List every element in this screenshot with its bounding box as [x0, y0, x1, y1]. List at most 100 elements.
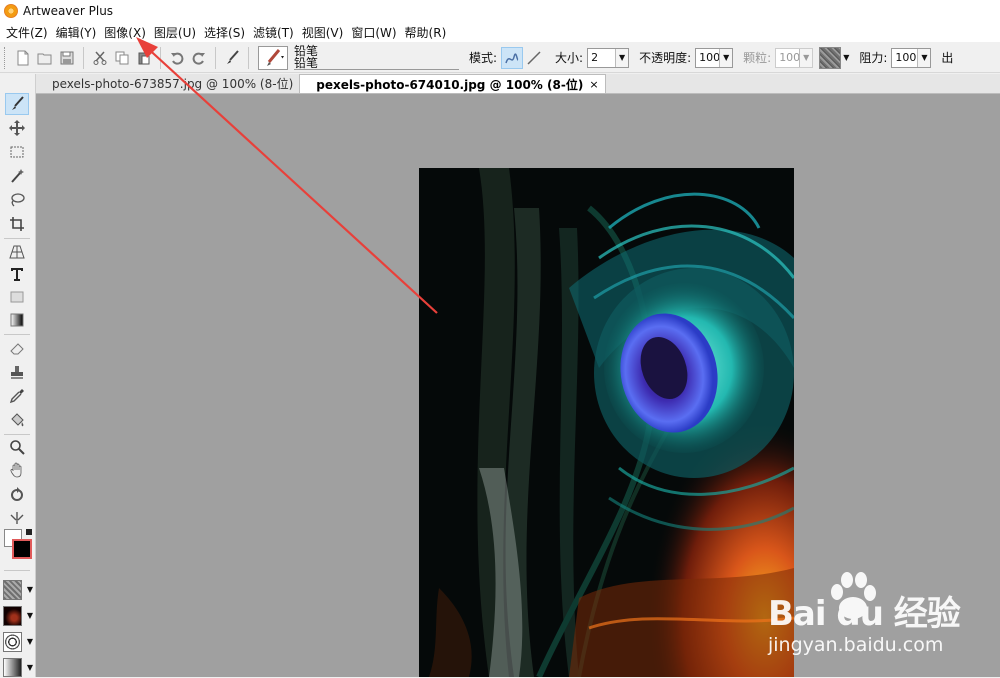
window-title: Artweaver Plus: [23, 4, 114, 18]
chevron-down-icon: ▼: [917, 48, 931, 67]
menu-filter[interactable]: 滤镜(T): [249, 24, 298, 41]
redo-icon: [192, 52, 205, 65]
menu-file[interactable]: 文件(Z): [2, 24, 52, 41]
gradient-swatch: [3, 658, 22, 677]
open-button[interactable]: [34, 47, 56, 69]
close-icon[interactable]: ×: [589, 78, 598, 91]
chevron-down-icon: ▼: [26, 637, 33, 646]
copy-button[interactable]: [111, 47, 133, 69]
redo-button[interactable]: [188, 47, 210, 69]
eyedropper-icon: [9, 389, 24, 404]
tool-brush[interactable]: [5, 93, 29, 115]
line-mode-button[interactable]: [523, 47, 545, 69]
texture-swatch[interactable]: [819, 46, 842, 69]
open-icon: [37, 53, 52, 64]
undo-button[interactable]: [166, 47, 188, 69]
brush-icon: [12, 96, 24, 110]
tab-document-2[interactable]: pexels-photo-674010.jpg @ 100% (8-位) ×: [299, 74, 606, 93]
tool-shape[interactable]: [5, 286, 29, 308]
size-value: 2: [591, 51, 599, 64]
tools-panel: ▼ ▼ ▼ ▼: [0, 74, 36, 677]
chevron-down-icon: ▼: [26, 585, 33, 594]
tool-text[interactable]: [5, 263, 29, 285]
swap-colors-icon[interactable]: [26, 529, 32, 535]
gradient-preset-picker[interactable]: ▼: [3, 658, 33, 678]
tool-zoom[interactable]: [5, 436, 29, 458]
chevron-down-icon: ▼: [799, 48, 813, 67]
menu-help[interactable]: 帮助(R): [401, 24, 451, 41]
foreground-color-swatch[interactable]: [12, 539, 32, 559]
menu-layer[interactable]: 图层(U): [150, 24, 200, 41]
menu-image[interactable]: 图像(X): [100, 24, 150, 41]
copy-icon: [115, 51, 129, 64]
texture-preset-picker[interactable]: ▼: [3, 580, 33, 602]
cut-button[interactable]: [89, 47, 111, 69]
preset-category: 铅笔: [294, 44, 319, 58]
tool-eyedropper[interactable]: [5, 385, 29, 407]
stamp-icon: [11, 366, 23, 379]
watermark-url: jingyan.baidu.com: [768, 634, 944, 656]
brush-tool-button[interactable]: [221, 47, 243, 69]
magic-wand-icon: [11, 169, 24, 183]
menu-view[interactable]: 视图(V): [298, 24, 348, 41]
peacock-feather-image: [419, 168, 794, 677]
symmetry-icon: [10, 512, 24, 524]
tool-clone-stamp[interactable]: [5, 361, 29, 383]
brush-tip-picker[interactable]: ▼: [3, 632, 33, 654]
pattern-preset-picker[interactable]: ▼: [3, 606, 33, 628]
color-swatches[interactable]: [4, 529, 34, 559]
tool-crop[interactable]: [5, 213, 29, 235]
tab-label: pexels-photo-673857.jpg @ 100% (8-位): [52, 77, 294, 91]
menu-select[interactable]: 选择(S): [200, 24, 249, 41]
watermark-brand: Bai du 经验: [768, 594, 961, 634]
tool-eraser[interactable]: [5, 337, 29, 359]
tool-move[interactable]: [5, 117, 29, 139]
tool-gradient[interactable]: [5, 309, 29, 331]
paste-icon: [138, 52, 150, 64]
eraser-icon: [10, 343, 24, 355]
freehand-mode-button[interactable]: [501, 46, 524, 69]
tool-magic-wand[interactable]: [5, 165, 29, 187]
save-icon: [60, 51, 74, 64]
chevron-down-icon[interactable]: ▼: [843, 53, 849, 62]
new-button[interactable]: [12, 47, 34, 69]
tool-perspective[interactable]: [5, 241, 29, 263]
cut-icon: [93, 51, 107, 65]
tool-lasso[interactable]: [5, 189, 29, 211]
tool-symmetry[interactable]: [5, 506, 29, 528]
preset-name: 铅笔: [294, 56, 319, 70]
size-label: 大小:: [555, 51, 584, 65]
tool-rotate[interactable]: [5, 483, 29, 505]
preset-name-box: 铅笔 铅笔: [294, 45, 459, 70]
pattern-swatch: [3, 606, 22, 626]
toolbar-grip[interactable]: [4, 46, 8, 69]
opacity-select[interactable]: 100 ▼: [695, 47, 734, 68]
shape-icon: [10, 291, 24, 303]
menu-window[interactable]: 窗口(W): [347, 24, 400, 41]
paste-button[interactable]: [133, 47, 155, 69]
undo-icon: [171, 52, 184, 65]
tool-paint-bucket[interactable]: [5, 409, 29, 431]
grain-select[interactable]: 100 ▼: [775, 47, 814, 68]
resistance-select[interactable]: 100 ▼: [891, 47, 932, 68]
brush-tip-swatch: [3, 632, 22, 652]
document-image[interactable]: [419, 168, 794, 677]
chevron-down-icon: ▼: [719, 48, 733, 67]
pencil-preset-icon: [267, 48, 284, 66]
brush-preset-picker[interactable]: [258, 45, 288, 70]
new-icon: [17, 50, 29, 65]
resistance-value: 100: [895, 51, 917, 64]
canvas-area[interactable]: Bai du 经验 jingyan.baidu.com: [36, 94, 1000, 677]
resistance-label: 阻力:: [859, 51, 888, 65]
chevron-down-icon: ▼: [26, 663, 33, 672]
save-button[interactable]: [56, 47, 78, 69]
baidu-watermark: Bai du 经验 jingyan.baidu.com: [768, 568, 993, 658]
size-select[interactable]: 2 ▼: [587, 47, 630, 68]
document-tabs: pexels-photo-673857.jpg @ 100% (8-位) pex…: [36, 74, 1000, 94]
menu-edit[interactable]: 编辑(Y): [52, 24, 101, 41]
tab-document-1[interactable]: pexels-photo-673857.jpg @ 100% (8-位): [36, 74, 299, 93]
chevron-down-icon: ▼: [26, 611, 33, 620]
tool-rect-select[interactable]: [5, 141, 29, 163]
zoom-icon: [10, 440, 25, 455]
tool-hand[interactable]: [5, 459, 29, 481]
